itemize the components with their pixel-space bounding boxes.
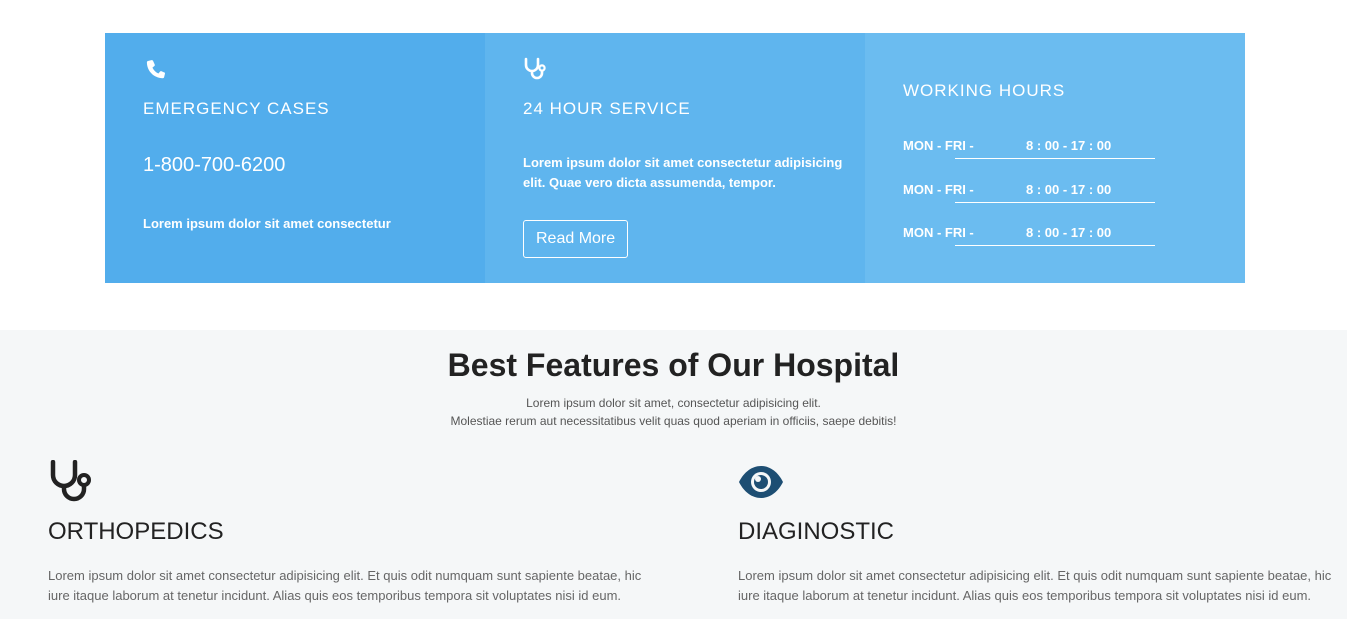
divider <box>955 202 1155 203</box>
features-subtitle-line: Molestiae rerum aut necessitatibus velit… <box>450 414 897 428</box>
feature-description: Lorem ipsum dolor sit amet consectetur a… <box>738 568 1332 603</box>
features-section: Best Features of Our Hospital Lorem ipsu… <box>0 330 1347 619</box>
working-time: 8 : 00 - 17 : 00 <box>1026 138 1112 153</box>
working-hours-row: MON - FRI - 8 : 00 - 17 : 00 <box>903 225 1155 246</box>
working-time: 8 : 00 - 17 : 00 <box>1026 225 1112 240</box>
working-day: MON - FRI - <box>903 225 974 240</box>
hour-service-description: Lorem ipsum dolor sit amet consectetur a… <box>523 155 843 190</box>
emergency-phone-number[interactable]: 1-800-700-6200 <box>143 154 285 177</box>
features-heading-bold: Best Features <box>447 347 660 383</box>
read-more-button[interactable]: Read More <box>523 220 629 258</box>
hour-service-panel: 24 HOUR SERVICE Lorem ipsum dolor sit am… <box>485 33 865 283</box>
features-heading-rest: of Our Hospital <box>659 347 900 383</box>
stethoscope-icon <box>524 57 546 80</box>
feature-diagnostic: DIAGINOSTIC Lorem ipsum dolor sit amet c… <box>738 460 1347 606</box>
feature-description: Lorem ipsum dolor sit amet consectetur a… <box>48 568 642 603</box>
working-hours-row: MON - FRI - 8 : 00 - 17 : 00 <box>903 182 1155 203</box>
working-hours-panel: WORKING HOURS MON - FRI - 8 : 00 - 17 : … <box>865 33 1245 283</box>
feature-orthopedics: ORTHOPEDICS Lorem ipsum dolor sit amet c… <box>48 460 658 606</box>
divider <box>955 158 1155 159</box>
hour-service-title: 24 HOUR SERVICE <box>523 99 691 118</box>
stethoscope-icon <box>50 460 91 502</box>
feature-title: ORTHOPEDICS <box>48 518 224 545</box>
working-hours-title: WORKING HOURS <box>903 81 1066 100</box>
emergency-cases-panel: EMERGENCY CASES 1-800-700-6200 Lorem ips… <box>105 33 485 283</box>
working-day: MON - FRI - <box>903 182 974 197</box>
features-subtitle: Lorem ipsum dolor sit amet, consectetur … <box>0 394 1347 430</box>
working-time: 8 : 00 - 17 : 00 <box>1026 182 1112 197</box>
phone-icon <box>146 60 166 79</box>
emergency-description: Lorem ipsum dolor sit amet consectetur <box>143 216 391 231</box>
divider <box>955 245 1155 246</box>
info-strip: EMERGENCY CASES 1-800-700-6200 Lorem ips… <box>105 33 1245 283</box>
features-heading: Best Features of Our Hospital <box>0 347 1347 384</box>
working-day: MON - FRI - <box>903 138 974 153</box>
emergency-cases-title: EMERGENCY CASES <box>143 99 330 118</box>
features-subtitle-line: Lorem ipsum dolor sit amet, consectetur … <box>526 396 821 410</box>
working-hours-row: MON - FRI - 8 : 00 - 17 : 00 <box>903 138 1155 159</box>
feature-title: DIAGINOSTIC <box>738 518 895 545</box>
eye-icon <box>739 466 783 498</box>
